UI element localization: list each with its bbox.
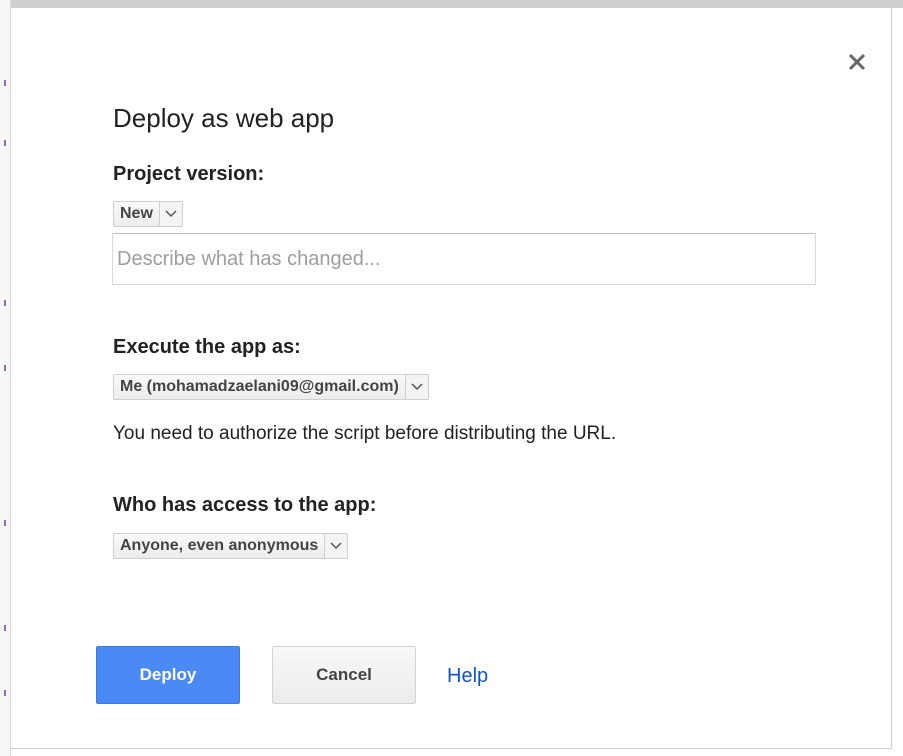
window-top-edge (0, 0, 903, 8)
edge-marker (4, 365, 6, 371)
deploy-dialog: Deploy as web app Project version: New E… (11, 8, 892, 749)
edge-marker (4, 80, 6, 86)
deploy-button[interactable]: Deploy (96, 646, 240, 704)
project-version-value: New (120, 205, 153, 222)
chevron-down-icon (324, 534, 348, 558)
edge-marker (4, 300, 6, 306)
edge-marker (4, 625, 6, 631)
edge-marker (4, 520, 6, 526)
close-icon-glyph (848, 53, 866, 71)
project-version-label: Project version: (113, 163, 265, 185)
access-value: Anyone, even anonymous (120, 537, 319, 554)
chevron-down-icon (158, 202, 182, 226)
project-version-select[interactable]: New (113, 201, 183, 227)
version-description-input[interactable] (112, 233, 816, 285)
dialog-title: Deploy as web app (113, 103, 335, 133)
close-icon[interactable] (843, 48, 871, 76)
background-page-edge (0, 0, 11, 756)
execute-as-label: Execute the app as: (113, 336, 301, 358)
access-select[interactable]: Anyone, even anonymous (113, 533, 349, 559)
authorization-note: You need to authorize the script before … (113, 423, 617, 444)
cancel-button[interactable]: Cancel (272, 646, 416, 704)
chevron-down-icon (404, 375, 428, 399)
edge-marker (4, 140, 6, 146)
execute-as-value: Me (mohamadzaelani09@gmail.com) (120, 378, 399, 395)
edge-marker (4, 690, 6, 696)
help-link[interactable]: Help (447, 665, 488, 688)
access-label: Who has access to the app: (113, 494, 377, 516)
execute-as-select[interactable]: Me (mohamadzaelani09@gmail.com) (113, 374, 429, 400)
